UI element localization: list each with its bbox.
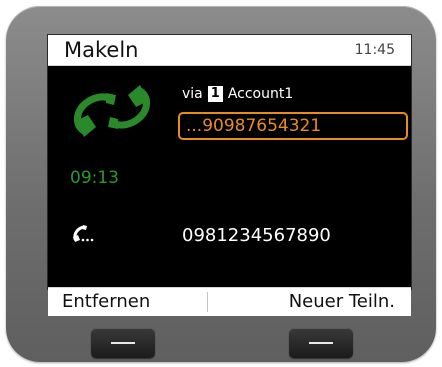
left-button-bar-icon [111, 342, 135, 344]
softkey-bar: Entfernen Neuer Teiln. [48, 287, 411, 316]
softkey-divider [207, 292, 208, 312]
phone-bezel: Makeln 11:45 via 1 Account1 ...909876543… [6, 6, 436, 362]
via-account-row: via 1 Account1 [182, 85, 293, 103]
left-hardware-button[interactable] [91, 328, 155, 358]
active-call-icon [74, 85, 150, 137]
account-name: Account1 [227, 86, 294, 102]
right-button-bar-icon [309, 342, 333, 344]
softkey-new-participant[interactable]: Neuer Teiln. [289, 290, 395, 314]
screen-title: Makeln [64, 38, 139, 62]
held-call-number: 0981234567890 [182, 225, 331, 246]
via-label: via [182, 86, 203, 102]
display-screen: Makeln 11:45 via 1 Account1 ...909876543… [47, 34, 412, 316]
active-call-number: ...90987654321 [186, 116, 322, 136]
account-number-badge: 1 [207, 86, 223, 102]
call-duration: 09:13 [70, 168, 119, 188]
clock: 11:45 [354, 42, 395, 58]
right-hardware-button[interactable] [289, 328, 353, 358]
held-call-icon [73, 225, 94, 242]
softkey-remove[interactable]: Entfernen [62, 290, 150, 314]
active-call-number-box: ...90987654321 [178, 112, 408, 140]
status-bar: Makeln 11:45 [48, 35, 411, 66]
